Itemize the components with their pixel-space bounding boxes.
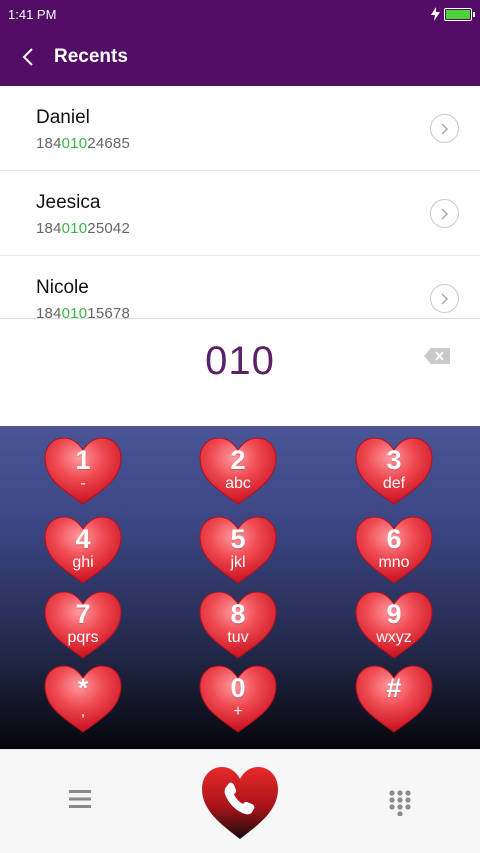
key-letters: pqrs [67, 629, 99, 646]
status-time: 1:41 PM [8, 6, 57, 22]
key-9[interactable]: 9 wxyz [354, 590, 434, 659]
lightning-icon [431, 7, 440, 21]
contact-number: 18401015678 [36, 305, 130, 318]
dialed-number[interactable]: 010 [0, 339, 480, 384]
dial-input-area: 010 [0, 318, 480, 426]
chevron-left-icon[interactable] [18, 45, 38, 69]
key-2[interactable]: 2 abc [198, 436, 278, 505]
key-digit: * [77, 673, 89, 703]
key-digit: 9 [386, 599, 402, 629]
key-digit: 1 [75, 445, 91, 475]
list-item[interactable]: Nicole 18401015678 [0, 256, 480, 318]
key-digit: # [386, 673, 402, 703]
status-icons [431, 7, 475, 21]
key-letters: - [80, 475, 86, 492]
key-digit: 7 [75, 599, 91, 629]
contact-name: Nicole [36, 277, 89, 298]
key-4[interactable]: 4 ghi [43, 515, 123, 584]
key-3[interactable]: 3 def [354, 436, 434, 505]
key-letters: tuv [227, 629, 249, 646]
page-title: Recents [54, 46, 128, 67]
recents-list: Daniel 18401024685 Jeesica 18401025042 N… [0, 86, 480, 318]
key-1[interactable]: 1- [43, 436, 123, 505]
key-letters: + [233, 703, 243, 720]
key-8[interactable]: 8 tuv [198, 590, 278, 659]
key-digit: 4 [75, 524, 91, 554]
key-letters: wxyz [376, 629, 412, 646]
key-digit: 3 [386, 445, 402, 475]
keypad: 1-2 abc 3 def 4 ghi 5 jkl 6 mno 7 pqrs 8 tuv 9 wxyz *, 0 +… [0, 426, 480, 749]
contact-number: 18401025042 [36, 220, 130, 237]
key-7[interactable]: 7 pqrs [43, 590, 123, 659]
key-letters: abc [225, 475, 251, 492]
app-bar: Recents [0, 28, 480, 86]
key-0[interactable]: 0 + [198, 664, 278, 733]
key-letters: ghi [72, 554, 94, 571]
key-star[interactable]: *, [43, 664, 123, 733]
status-bar: 1:41 PM [0, 0, 480, 28]
bottom-bar [0, 749, 480, 853]
contact-name: Jeesica [36, 192, 101, 213]
key-digit: 5 [230, 524, 246, 554]
key-digit: 0 [230, 673, 246, 703]
dialpad-icon[interactable] [389, 790, 411, 821]
menu-icon[interactable] [69, 790, 91, 813]
backspace-icon[interactable] [424, 348, 450, 369]
chevron-right-icon[interactable] [430, 114, 459, 143]
list-item[interactable]: Jeesica 18401025042 [0, 171, 480, 256]
key-letters: mno [378, 554, 410, 571]
key-digit: 8 [230, 599, 246, 629]
battery-full-icon [444, 7, 475, 21]
contact-number: 18401024685 [36, 135, 130, 152]
chevron-right-icon[interactable] [430, 284, 459, 313]
key-hash[interactable]: # [354, 664, 434, 733]
list-item[interactable]: Daniel 18401024685 [0, 86, 480, 171]
call-button[interactable] [200, 763, 280, 843]
key-digit: 2 [230, 445, 246, 475]
key-letters: , [80, 703, 86, 720]
key-5[interactable]: 5 jkl [198, 515, 278, 584]
key-6[interactable]: 6 mno [354, 515, 434, 584]
key-letters: def [382, 475, 406, 492]
chevron-right-icon[interactable] [430, 199, 459, 228]
key-digit: 6 [386, 524, 402, 554]
key-letters: jkl [230, 554, 246, 571]
contact-name: Daniel [36, 107, 90, 128]
